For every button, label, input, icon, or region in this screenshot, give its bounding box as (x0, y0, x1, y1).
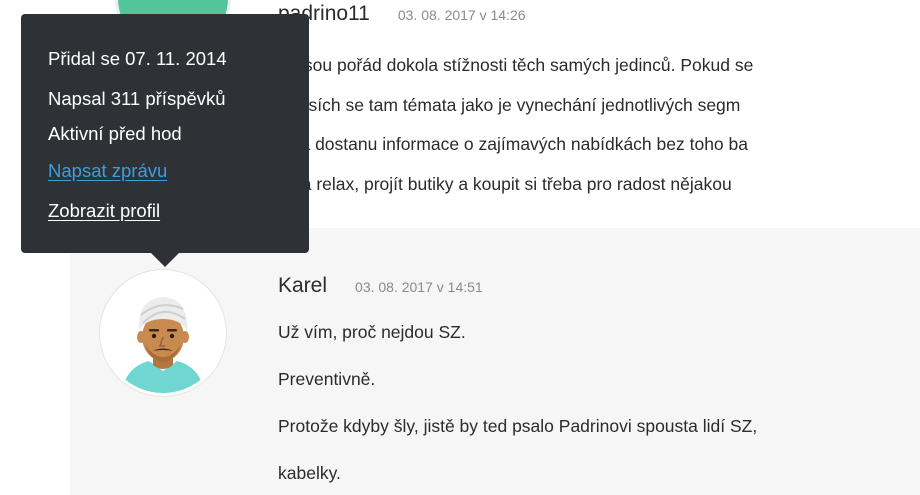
comment-line: lé a dostanu informace o zajímavých nabí… (282, 134, 748, 154)
reply-paragraph: Už vím, proč nejdou SZ. (278, 322, 466, 342)
tooltip-joined: Přidal se 07. 11. 2014 (48, 48, 227, 69)
user-info-tooltip: Přidal se 07. 11. 2014 Napsal 311 příspě… (21, 14, 309, 267)
comment-body: jsou pořád dokola stížnosti těch samých … (278, 50, 920, 208)
comment-meta: padrino11 03. 08. 2017 v 14:26 (278, 2, 526, 26)
comment-line: kusích se tam témata jako je vynechání j… (290, 94, 741, 115)
reply-paragraph: kabelky. (278, 463, 341, 483)
reply-author[interactable]: Karel (278, 274, 327, 298)
reply-meta: Karel 03. 08. 2017 v 14:51 (278, 274, 483, 298)
comment-timestamp: 03. 08. 2017 v 14:26 (397, 7, 526, 23)
reply-body: Už vím, proč nejdou SZ. Preventivně. Pro… (278, 321, 918, 490)
comment-line: jsou pořád dokola stížnosti těch samých … (300, 55, 754, 75)
tooltip-active: Aktivní před hod (48, 123, 182, 144)
comment-reply: Karel 03. 08. 2017 v 14:51 Už vím, proč … (70, 228, 920, 495)
view-profile-link[interactable]: Zobrazit profil (48, 200, 160, 222)
reply-paragraph: Protože kdyby šly, jistě by ted psalo Pa… (278, 416, 758, 436)
send-message-link[interactable]: Napsat zprávu (48, 160, 167, 182)
avatar-illustration (103, 273, 223, 393)
reply-timestamp: 03. 08. 2017 v 14:51 (355, 279, 483, 295)
reply-paragraph: Preventivně. (278, 369, 376, 389)
tooltip-posts: Napsal 311 příspěvků (48, 88, 226, 109)
comment-line: na relax, projít butiky a koupit si třeb… (292, 173, 732, 194)
turban-man-avatar-icon[interactable] (100, 270, 226, 396)
